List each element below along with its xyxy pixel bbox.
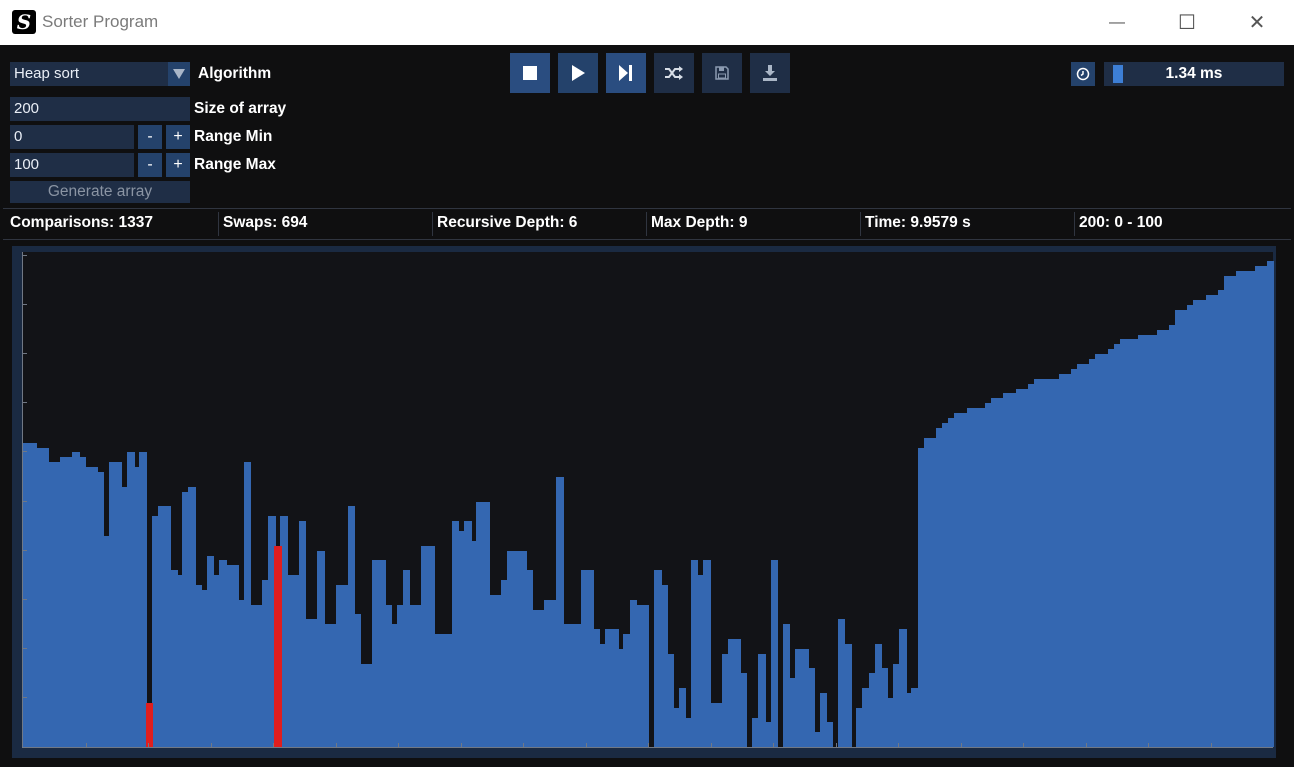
- x-axis-tick: [898, 743, 899, 748]
- stop-button[interactable]: [510, 53, 550, 93]
- range-max-label: Range Max: [194, 156, 276, 173]
- array-bar: [770, 560, 779, 747]
- step-button[interactable]: [606, 53, 646, 93]
- range-max-decrement-button[interactable]: -: [138, 153, 162, 177]
- download-button[interactable]: [750, 53, 790, 93]
- x-axis-tick: [648, 743, 649, 748]
- shuffle-button[interactable]: [654, 53, 694, 93]
- play-icon: [572, 65, 585, 81]
- stat-time: Time: 9.9579 s: [865, 214, 971, 231]
- y-axis-tick: [22, 353, 27, 355]
- x-axis-tick: [523, 743, 524, 748]
- x-axis-tick: [835, 743, 837, 748]
- stats-divider: [1074, 212, 1075, 236]
- app-logo-icon: S: [12, 10, 36, 34]
- main-panel: Heap sort Algorithm 200 Size of array 0 …: [3, 45, 1291, 765]
- algorithm-select-value: Heap sort: [14, 65, 80, 82]
- y-axis-tick: [22, 647, 27, 649]
- x-axis-tick: [1085, 743, 1087, 748]
- y-axis-tick: [22, 402, 27, 404]
- y-axis-tick: [22, 255, 27, 256]
- array-bar: [844, 643, 852, 747]
- delay-slider-value: 1.34 ms: [1165, 65, 1223, 82]
- chevron-down-icon[interactable]: [168, 62, 190, 86]
- x-axis-tick: [1023, 743, 1024, 748]
- array-bar: [825, 722, 834, 747]
- maximize-button[interactable]: ☐: [1152, 0, 1222, 45]
- y-axis-tick: [22, 500, 27, 502]
- stat-array-info: 200: 0 - 100: [1079, 214, 1163, 231]
- range-min-increment-button[interactable]: +: [166, 125, 190, 149]
- y-axis-tick: [22, 549, 27, 551]
- delay-slider[interactable]: 1.34 ms: [1104, 62, 1284, 86]
- algorithm-select[interactable]: Heap sort: [10, 62, 190, 86]
- array-bar-highlighted: [145, 702, 154, 747]
- generate-array-button[interactable]: Generate array: [10, 181, 190, 203]
- y-axis-tick: [22, 304, 27, 306]
- download-icon: [763, 65, 777, 81]
- y-axis-tick: [22, 451, 27, 453]
- close-icon: ✕: [1248, 12, 1266, 34]
- x-axis-tick: [85, 743, 87, 748]
- range-max-increment-button[interactable]: +: [166, 153, 190, 177]
- range-min-label: Range Min: [194, 128, 273, 145]
- array-bar: [1266, 260, 1275, 747]
- stats-divider: [860, 212, 861, 236]
- array-size-label: Size of array: [194, 100, 287, 117]
- title-bar: S Sorter Program — ☐ ✕: [0, 0, 1294, 45]
- stats-bar: Comparisons: 1337 Swaps: 694 Recursive D…: [3, 208, 1291, 240]
- timer-button[interactable]: [1071, 62, 1095, 86]
- x-axis-tick: [148, 743, 149, 748]
- save-icon: [715, 66, 729, 80]
- shuffle-icon: [665, 66, 683, 80]
- window-title: Sorter Program: [42, 12, 159, 31]
- x-axis-tick: [210, 743, 212, 748]
- app-window: S Sorter Program — ☐ ✕ Heap sort Algorit…: [0, 0, 1294, 767]
- algorithm-label: Algorithm: [198, 65, 272, 82]
- range-min-decrement-button[interactable]: -: [138, 125, 162, 149]
- x-axis-tick: [585, 743, 587, 748]
- stats-divider: [218, 212, 219, 236]
- minimize-button[interactable]: —: [1082, 0, 1152, 45]
- x-axis-tick: [460, 743, 462, 748]
- array-bar-chart: [22, 252, 1275, 748]
- range-min-input[interactable]: 0: [10, 125, 134, 149]
- x-axis-tick: [1210, 743, 1212, 748]
- x-axis-tick: [398, 743, 399, 748]
- stat-recursive-depth: Recursive Depth: 6: [437, 214, 578, 231]
- stop-icon: [523, 66, 537, 80]
- array-bar: [641, 604, 650, 747]
- save-button[interactable]: [702, 53, 742, 93]
- y-axis-tick: [22, 598, 27, 600]
- range-max-input[interactable]: 100: [10, 153, 134, 177]
- x-axis-tick: [335, 743, 337, 748]
- maximize-icon: ☐: [1178, 12, 1196, 34]
- stat-max-depth: Max Depth: 9: [651, 214, 748, 231]
- stats-divider: [432, 212, 433, 236]
- x-axis-tick: [960, 743, 962, 748]
- x-axis-tick: [710, 743, 712, 748]
- x-axis-tick: [1148, 743, 1149, 748]
- array-visualization-frame: [12, 246, 1276, 758]
- stats-divider: [646, 212, 647, 236]
- x-axis-tick: [273, 743, 274, 748]
- y-axis-tick: [22, 696, 27, 698]
- stat-swaps: Swaps: 694: [223, 214, 308, 231]
- clock-icon: [1076, 67, 1090, 81]
- array-bar-highlighted: [274, 545, 282, 747]
- stat-comparisons: Comparisons: 1337: [10, 214, 153, 231]
- step-icon: [619, 65, 632, 81]
- x-axis-tick: [773, 743, 774, 748]
- array-bar: [739, 673, 748, 747]
- array-size-input[interactable]: 200: [10, 97, 190, 121]
- minimize-icon: —: [1109, 13, 1125, 31]
- play-button[interactable]: [558, 53, 598, 93]
- close-button[interactable]: ✕: [1222, 0, 1292, 45]
